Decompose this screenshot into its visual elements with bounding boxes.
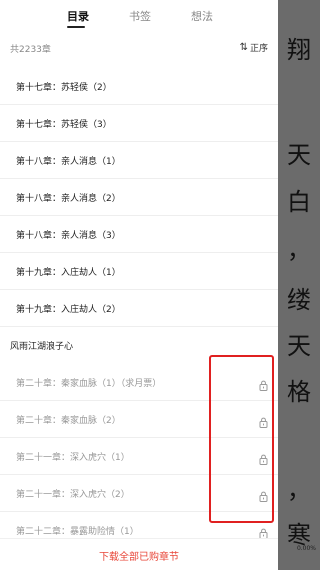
chapter-title: 第十九章：入庄劫人（2） — [16, 305, 121, 315]
reader-text-char: 格 — [287, 378, 311, 406]
chapter-item[interactable]: 第十七章：苏轻侯（2） — [0, 68, 278, 105]
chapter-title: 第十九章：入庄劫人（1） — [16, 268, 121, 278]
chapter-item[interactable]: 第十七章：苏轻侯（3） — [0, 105, 278, 142]
sort-order-button[interactable]: ⇅ 正序 — [240, 41, 268, 54]
chapter-title: 第二十一章：深入虎穴（1） — [16, 453, 130, 463]
chapter-title: 第十八章：亲人消息（2） — [16, 194, 121, 204]
active-tab-indicator — [67, 26, 85, 28]
reader-text-char: 翔 — [287, 36, 311, 64]
chapter-item[interactable]: 第二十章：秦家血脉（1）（求月票） — [0, 364, 278, 401]
reader-text-char: 天 — [287, 141, 311, 169]
sort-order-icon: ⇅ — [239, 42, 248, 53]
reader-text-char: 白 — [287, 188, 311, 216]
chapter-title: 第十七章：苏轻侯（2） — [16, 83, 112, 93]
lock-icon — [259, 450, 268, 465]
chapter-list: 第十七章：苏轻侯（2） 第十七章：苏轻侯（3） 第十八章：亲人消息（1） 第十八章：亲… — [0, 68, 278, 549]
chapter-item[interactable]: 第十八章：亲人消息（3） — [0, 216, 278, 253]
reader-text-char: ， — [287, 236, 311, 264]
chapter-item[interactable]: 第十八章：亲人消息（1） — [0, 142, 278, 179]
sort-order-label: 正序 — [249, 44, 268, 54]
footer-bar: 下载全部已购章节 — [0, 538, 278, 570]
chapter-item[interactable]: 第二十章：秦家血脉（2） — [0, 401, 278, 438]
chapter-title: 第二十二章：暴露助险情（1） — [16, 527, 139, 537]
toc-drawer: 目录 书签 想法 共2233章 ⇅ 正序 第十七章：苏轻侯（2） 第十七章：苏轻侯… — [0, 0, 278, 570]
chapter-title: 第二十一章：深入虎穴（2） — [16, 490, 130, 500]
chapter-count-row: 共2233章 ⇅ 正序 — [0, 36, 278, 62]
reader-text-char: 寒 — [287, 521, 311, 549]
lock-icon — [259, 487, 268, 502]
download-purchased-button[interactable]: 下载全部已购章节 — [0, 548, 278, 563]
tab-bar: 目录 书签 想法 — [0, 0, 278, 34]
chapter-title: 第十七章：苏轻侯（3） — [16, 120, 112, 130]
lock-icon — [259, 376, 268, 391]
reader-background[interactable]: 0.00% 翔天白，缕天格，寒 — [278, 0, 320, 570]
chapter-title: 第二十章：秦家血脉（2） — [16, 416, 121, 426]
chapter-item[interactable]: 第二十一章：深入虎穴（1） — [0, 438, 278, 475]
chapter-title: 第二十章：秦家血脉（1）（求月票） — [16, 379, 162, 389]
lock-icon — [259, 413, 268, 428]
chapter-count: 共2233章 — [10, 45, 51, 55]
reader-text-char: 天 — [287, 332, 311, 360]
lock-icon — [259, 524, 268, 539]
chapter-title: 风雨江湖浪子心 — [10, 342, 74, 352]
reader-text-char: 缕 — [287, 286, 311, 314]
tab-bookmarks[interactable]: 书签 — [129, 8, 151, 24]
chapter-item[interactable]: 第十九章：入庄劫人（2） — [0, 290, 278, 327]
tab-notes[interactable]: 想法 — [191, 8, 213, 24]
chapter-item[interactable]: 第十八章：亲人消息（2） — [0, 179, 278, 216]
chapter-title: 第十八章：亲人消息（3） — [16, 231, 121, 241]
reader-text-char: ， — [287, 476, 311, 504]
chapter-item[interactable]: 第十九章：入庄劫人（1） — [0, 253, 278, 290]
chapter-item[interactable]: 第二十一章：深入虎穴（2） — [0, 475, 278, 512]
chapter-title: 第十八章：亲人消息（1） — [16, 157, 121, 167]
tab-contents[interactable]: 目录 — [67, 8, 89, 24]
volume-heading: 风雨江湖浪子心 — [0, 327, 278, 364]
